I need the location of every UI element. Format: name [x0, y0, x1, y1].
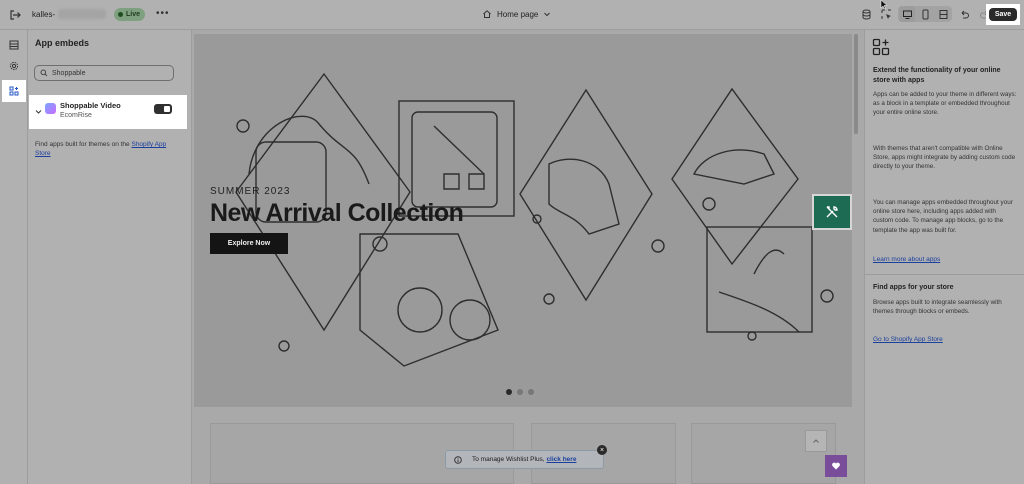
home-icon	[483, 10, 491, 18]
store-name[interactable]: kalles-	[32, 10, 55, 19]
wishlist-notice: To manage Wishlist Plus, click here ×	[445, 445, 607, 469]
info-icon	[454, 455, 462, 464]
hero-slideshow: SUMMER 2023 New Arrival Collection Explo…	[194, 34, 852, 407]
store-preview: SUMMER 2023 New Arrival Collection Explo…	[192, 30, 864, 484]
wishlist-notice-label: To manage Wishlist Plus,	[472, 456, 545, 463]
app-tools-button[interactable]	[812, 194, 852, 230]
save-highlight: Save	[986, 4, 1020, 25]
top-bar: kalles- Live ••• Home page Save	[0, 0, 1024, 30]
chevron-down-icon[interactable]	[35, 108, 42, 115]
search-icon	[40, 69, 48, 77]
device-switcher	[898, 6, 952, 22]
explore-now-button[interactable]: Explore Now	[210, 233, 288, 254]
apps-icon	[9, 86, 19, 96]
add-app-icon	[872, 38, 890, 56]
page-selector[interactable]: Home page	[482, 9, 551, 19]
heart-icon	[832, 462, 840, 470]
slide-dot[interactable]	[506, 389, 512, 395]
save-button[interactable]: Save	[988, 8, 1018, 21]
app-embed-name: Shoppable Video	[60, 101, 121, 110]
info-paragraph: Apps can be added to your theme in diffe…	[873, 91, 1017, 117]
app-embed-toggle[interactable]	[154, 104, 172, 114]
slide-dot[interactable]	[528, 389, 534, 395]
info-paragraph: You can manage apps embedded throughout …	[873, 199, 1013, 234]
info-paragraph: With themes that aren't compatible with …	[873, 145, 1016, 171]
app-store-note-text: Find apps built for themes on the	[35, 141, 130, 148]
app-embeds-panel: App embeds Shoppable Shoppable Video Eco…	[28, 30, 192, 484]
wishlist-click-here-link[interactable]: click here	[546, 456, 576, 463]
page-selector-label: Home page	[497, 9, 539, 19]
go-to-app-store-link[interactable]: Go to Shopify App Store	[873, 336, 943, 343]
exit-icon[interactable]	[8, 8, 22, 22]
search-value: Shoppable	[52, 69, 86, 77]
store-name-redacted	[58, 9, 106, 19]
chevron-down-icon	[544, 12, 551, 17]
learn-more-apps-link[interactable]: Learn more about apps	[873, 256, 940, 263]
chevron-up-icon	[813, 439, 819, 443]
toolbar-actions	[858, 6, 992, 22]
live-badge: Live	[114, 8, 146, 21]
wishlist-launcher-button[interactable]	[825, 455, 847, 477]
shoppable-video-app-icon	[45, 103, 56, 114]
hero-subtitle: SUMMER 2023	[210, 186, 291, 197]
info-paragraph: Browse apps built to integrate seamlessl…	[873, 299, 1002, 316]
app-embeds-tab[interactable]	[2, 80, 26, 102]
info-heading: Extend the functionality of your online …	[873, 67, 1001, 84]
more-actions-button[interactable]: •••	[156, 8, 170, 19]
close-icon[interactable]: ×	[597, 445, 607, 455]
app-embeds-info-panel: Extend the functionality of your online …	[864, 30, 1024, 484]
tools-icon	[826, 206, 838, 218]
desktop-view-icon[interactable]	[899, 6, 915, 22]
slide-dots	[506, 389, 534, 395]
live-badge-label: Live	[126, 11, 141, 18]
app-embed-vendor: EcomRise	[60, 112, 92, 119]
slide-dot[interactable]	[517, 389, 523, 395]
panel-title: App embeds	[35, 38, 90, 48]
live-dot-icon	[118, 12, 123, 17]
theme-settings-gear-icon[interactable]	[6, 58, 22, 74]
mouse-cursor-icon	[880, 0, 888, 10]
hero-title: New Arrival Collection	[210, 199, 464, 227]
search-input[interactable]: Shoppable	[34, 65, 174, 81]
fullscreen-view-icon[interactable]	[935, 6, 951, 22]
mobile-view-icon[interactable]	[917, 6, 933, 22]
app-embed-item[interactable]: Shoppable Video EcomRise	[29, 95, 187, 129]
toggle-knob	[164, 106, 170, 112]
app-store-note: Find apps built for themes on the Shopif…	[35, 140, 175, 158]
database-icon[interactable]	[858, 6, 874, 22]
undo-icon[interactable]	[956, 6, 972, 22]
scroll-to-top-button[interactable]	[805, 430, 827, 452]
sidebar-rail	[0, 30, 28, 484]
preview-scrollbar[interactable]	[854, 34, 858, 134]
divider	[865, 274, 1024, 275]
wishlist-notice-text: To manage Wishlist Plus, click here	[472, 456, 576, 463]
sections-icon[interactable]	[6, 37, 22, 53]
find-apps-heading: Find apps for your store	[873, 284, 954, 291]
